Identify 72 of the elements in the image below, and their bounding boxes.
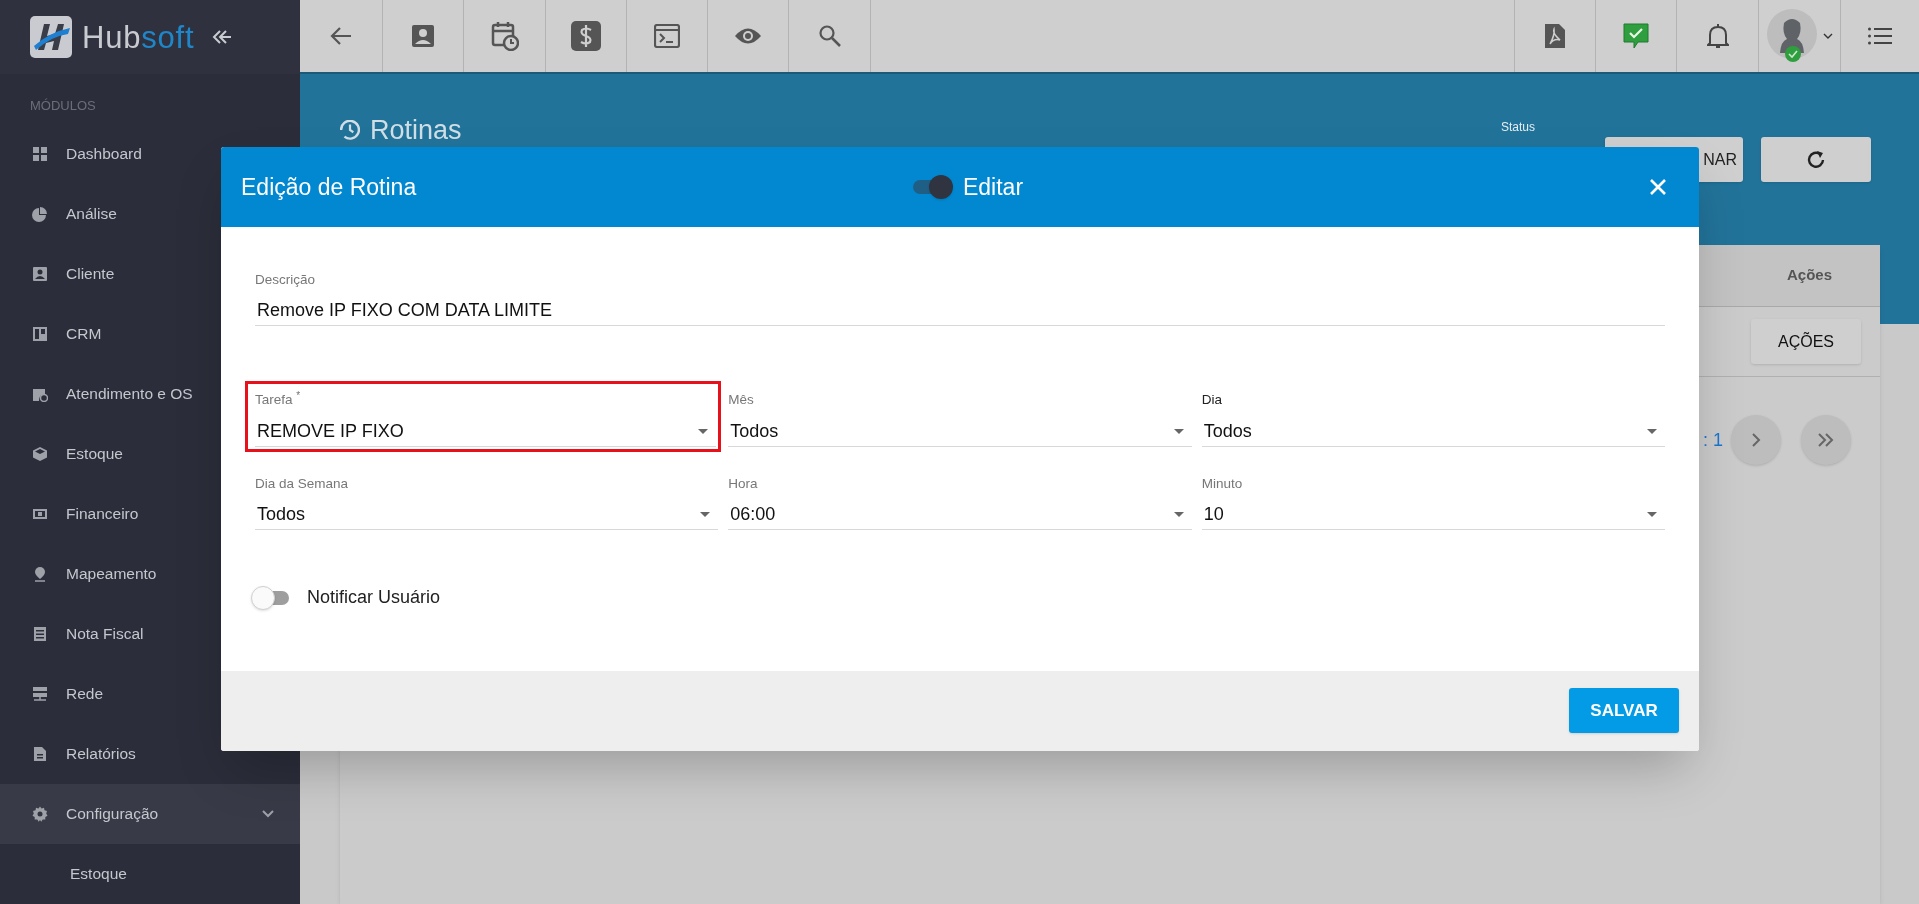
- sidebar-label: Análise: [66, 203, 117, 224]
- logo-wordmark: Hubsoft: [82, 21, 195, 53]
- pagination-text: : 1: [1703, 428, 1723, 452]
- last-page-button[interactable]: [1801, 415, 1851, 465]
- sidebar-item[interactable]: Configuração: [0, 783, 300, 844]
- dropdown-arrow-icon: [1173, 428, 1184, 434]
- pie-chart-icon: [32, 205, 48, 222]
- sidebar-label: Financeiro: [66, 503, 139, 524]
- chevron-right-icon: [1751, 432, 1761, 448]
- box-icon: [32, 445, 48, 462]
- sidebar-label: CRM: [66, 323, 102, 344]
- close-icon: [1649, 178, 1667, 196]
- chat-check-icon: [1623, 23, 1649, 49]
- bell-icon: [1706, 23, 1729, 49]
- sidebar-label: Relatórios: [66, 743, 136, 764]
- sidebar-label: Cliente: [66, 263, 115, 284]
- avatar-icon: [1766, 9, 1819, 63]
- collapse-icon[interactable]: [212, 30, 233, 44]
- document-icon: [32, 625, 48, 642]
- refresh-icon: [1806, 149, 1826, 170]
- board-icon: [32, 325, 48, 342]
- refresh-button[interactable]: [1761, 137, 1871, 182]
- eye-icon: [734, 27, 762, 45]
- select-field[interactable]: Todos: [1201, 416, 1665, 447]
- status-label: Status: [1500, 119, 1535, 136]
- field-label: Tarefa $^{*}$: [255, 390, 302, 410]
- double-chevron-icon: [1817, 432, 1835, 448]
- file-icon: [32, 745, 48, 762]
- page-title: Rotinas: [370, 114, 462, 147]
- sidebar-label: Atendimento e OS: [66, 383, 193, 404]
- back-arrow-icon: [330, 26, 352, 46]
- field-label: Hora: [728, 474, 759, 493]
- history-icon: [340, 120, 360, 141]
- contact-card-icon: [411, 24, 435, 48]
- dropdown-arrow-icon: [1647, 428, 1657, 434]
- actions-button[interactable]: AÇÕES: [1751, 319, 1861, 364]
- dropdown-arrow-icon: [700, 511, 711, 517]
- sidebar-label: Dashboard: [66, 143, 142, 164]
- field-label: Mês: [728, 391, 755, 410]
- sidebar-label: Configuração: [66, 803, 159, 824]
- map-pin-icon: [32, 565, 48, 582]
- select-field[interactable]: 06:00: [728, 499, 1192, 530]
- input-field[interactable]: Remove IP FIXO COM DATA LIMITE: [255, 296, 1665, 327]
- terminal-icon: [654, 24, 680, 48]
- dropdown-arrow-icon: [698, 428, 709, 434]
- dollar-icon: [571, 21, 601, 51]
- menu-icon: [1868, 27, 1892, 45]
- dropdown-arrow-icon: [1173, 511, 1184, 517]
- logo-icon: [30, 16, 72, 58]
- edit-label: Editar: [962, 172, 1024, 202]
- sidebar-label: Estoque: [66, 443, 123, 464]
- section-title: MÓDULOS: [29, 97, 97, 115]
- server-icon: [32, 685, 48, 702]
- select-field[interactable]: 10: [1201, 499, 1665, 530]
- dropdown-arrow-icon: [1647, 511, 1657, 517]
- sidebar-subitem[interactable]: Estoque: [70, 861, 127, 886]
- search-icon: [818, 25, 841, 47]
- sidebar-label: Nota Fiscal: [66, 623, 144, 644]
- field-label: Minuto: [1201, 474, 1244, 493]
- grid-icon: [32, 145, 48, 162]
- pdf-file-icon: [1544, 23, 1566, 49]
- field-label: Dia: [1201, 391, 1223, 410]
- contact-card-icon: [32, 265, 48, 282]
- column-header: Ações: [1786, 265, 1832, 286]
- notify-label: Notificar Usuário: [307, 586, 441, 610]
- select-field[interactable]: REMOVE IP FIXO: [255, 416, 717, 447]
- sidebar-label: Rede: [66, 683, 104, 704]
- gear-icon: [32, 805, 48, 822]
- caret-icon: [1822, 33, 1833, 39]
- select-field[interactable]: Todos: [728, 416, 1192, 447]
- select-field[interactable]: Todos: [255, 499, 719, 530]
- sidebar-label: Mapeamento: [66, 563, 157, 584]
